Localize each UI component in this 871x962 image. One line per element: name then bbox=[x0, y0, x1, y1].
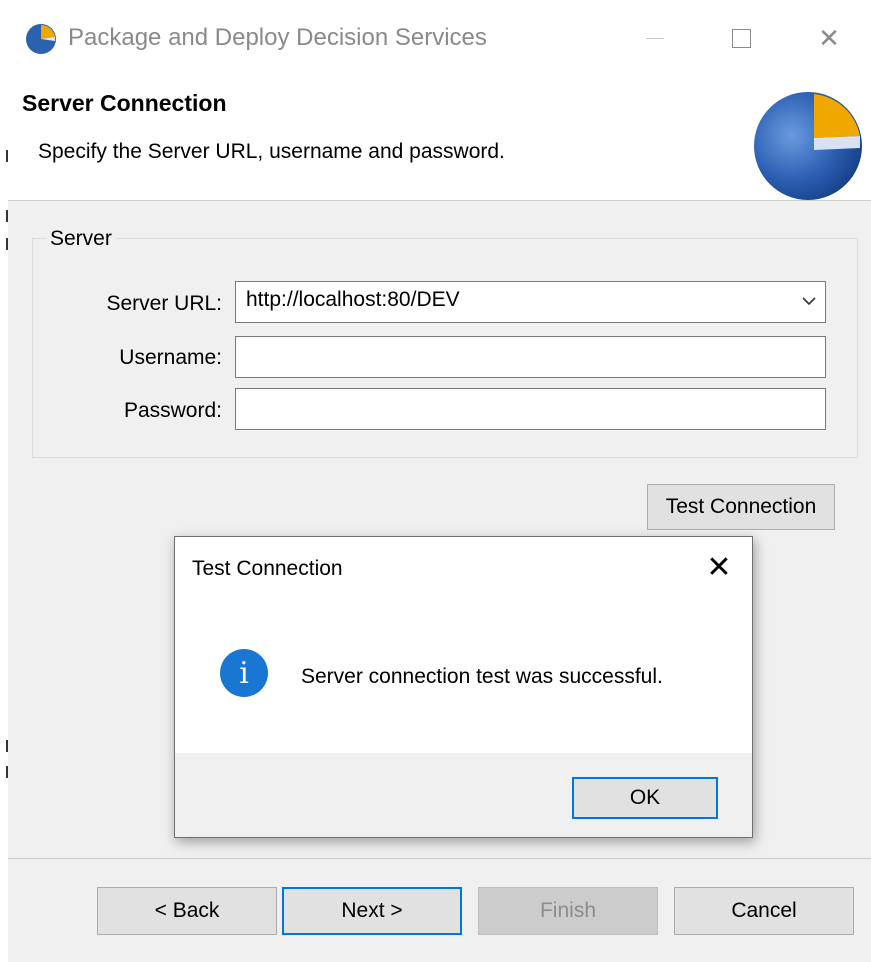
server-url-label: Server URL: bbox=[106, 292, 222, 315]
close-window-button[interactable]: ✕ bbox=[804, 14, 854, 62]
info-icon: i bbox=[220, 649, 268, 697]
next-button[interactable]: Next > bbox=[282, 887, 462, 935]
server-group-legend: Server bbox=[46, 227, 116, 251]
page-title: Server Connection bbox=[22, 90, 227, 116]
test-connection-button[interactable]: Test Connection bbox=[647, 484, 835, 530]
window-title: Package and Deploy Decision Services bbox=[68, 24, 487, 51]
test-connection-dialog: Test Connection ✕ i Server connection te… bbox=[174, 536, 753, 838]
minimize-button[interactable] bbox=[630, 14, 680, 62]
password-label: Password: bbox=[123, 399, 222, 422]
cancel-button[interactable]: Cancel bbox=[674, 887, 854, 935]
page-description: Specify the Server URL, username and pas… bbox=[38, 140, 505, 163]
app-logo-icon bbox=[26, 24, 56, 54]
server-url-value: http://localhost:80/DEV bbox=[246, 288, 460, 311]
footer-separator bbox=[8, 858, 871, 859]
chevron-down-icon[interactable] bbox=[801, 296, 817, 306]
password-field[interactable] bbox=[235, 388, 826, 430]
dialog-title: Test Connection bbox=[192, 557, 343, 580]
wizard-window: Package and Deploy Decision Services ✕ S… bbox=[0, 0, 871, 962]
dialog-close-button[interactable]: ✕ bbox=[701, 549, 737, 585]
username-field[interactable] bbox=[235, 336, 826, 378]
background-window-edge bbox=[0, 0, 8, 962]
back-button[interactable]: < Back bbox=[97, 887, 277, 935]
maximize-button[interactable] bbox=[716, 14, 766, 62]
wizard-header: Server Connection Specify the Server URL… bbox=[8, 78, 871, 201]
dialog-footer: OK bbox=[175, 753, 752, 837]
maximize-icon bbox=[731, 28, 751, 48]
title-bar: Package and Deploy Decision Services ✕ bbox=[8, 0, 871, 78]
close-icon: ✕ bbox=[706, 550, 732, 584]
server-url-combo[interactable]: http://localhost:80/DEV bbox=[235, 281, 826, 323]
ok-button[interactable]: OK bbox=[572, 777, 718, 819]
username-label: Username: bbox=[119, 346, 222, 369]
dialog-message: Server connection test was successful. bbox=[301, 665, 663, 688]
minimize-icon bbox=[646, 37, 664, 39]
wizard-banner-logo bbox=[754, 92, 862, 200]
finish-button: Finish bbox=[478, 887, 658, 935]
close-icon: ✕ bbox=[818, 22, 840, 53]
